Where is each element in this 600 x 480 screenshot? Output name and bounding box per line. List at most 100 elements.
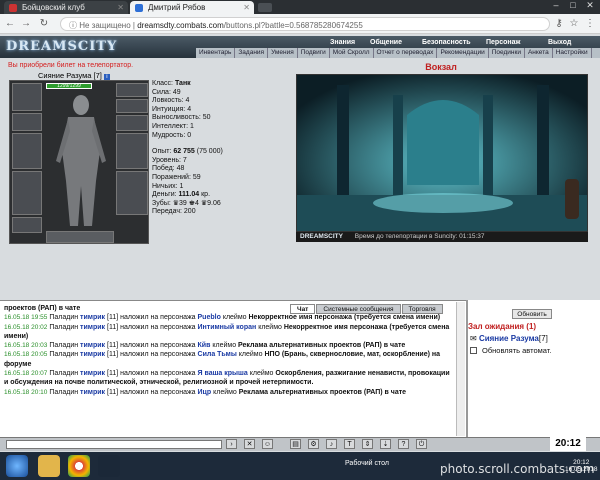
message-role: Паладин xyxy=(49,323,79,331)
gloves-slot[interactable] xyxy=(116,115,148,131)
tab-chat[interactable]: Чат xyxy=(290,304,316,314)
subnav-inventory[interactable]: Инвентарь xyxy=(196,48,236,58)
close-tab-icon[interactable]: ✕ xyxy=(117,3,124,12)
refresh-button[interactable]: Обновить xyxy=(512,309,552,319)
nav-exit[interactable]: Выход xyxy=(548,39,571,46)
money-label: Деньги: xyxy=(152,191,177,199)
tab-system-messages[interactable]: Системные сообщения xyxy=(316,304,401,314)
message-mark: клеймо xyxy=(212,342,237,350)
nav-character[interactable]: Персонаж xyxy=(486,39,520,46)
pocket-slots[interactable] xyxy=(46,231,114,243)
ring-slot[interactable] xyxy=(116,99,148,113)
star-icon[interactable]: ☆ xyxy=(568,18,580,30)
message-level: [11] xyxy=(107,370,119,378)
chat-scrollbar[interactable] xyxy=(456,302,465,436)
key-icon[interactable]: ⚷ xyxy=(553,18,565,30)
armor-slot[interactable] xyxy=(12,171,42,215)
helmet-slot[interactable] xyxy=(12,83,42,111)
message-nick[interactable]: тимрик xyxy=(80,351,105,358)
settings-icon[interactable]: ⚙ xyxy=(308,439,319,449)
menu-icon[interactable]: ⋮ xyxy=(584,18,596,30)
subnav-battles[interactable]: Поединки xyxy=(489,48,525,58)
scroll-icon[interactable]: ⇣ xyxy=(380,439,391,449)
chat-input[interactable] xyxy=(6,440,222,449)
new-tab-button[interactable] xyxy=(258,3,272,12)
auto-refresh-checkbox[interactable] xyxy=(470,347,477,354)
smiles-icon[interactable]: ☺ xyxy=(262,439,273,449)
browser-tab-profile[interactable]: Дмитрий Рябов ✕ xyxy=(130,1,254,14)
boots-slot[interactable] xyxy=(116,171,148,215)
game-logo[interactable]: DREAMSCITY xyxy=(6,39,117,54)
member-level: [7] xyxy=(538,334,548,343)
chat-size-icon[interactable]: ⇕ xyxy=(362,439,373,449)
back-icon[interactable]: ← xyxy=(4,18,16,30)
info-icon[interactable]: ⓘ xyxy=(69,21,77,30)
send-button[interactable]: › xyxy=(226,439,237,449)
close-window-icon[interactable]: ✕ xyxy=(582,0,598,12)
message-nick[interactable]: тимрик xyxy=(80,324,105,331)
subnav-profile[interactable]: Анкета xyxy=(525,48,553,58)
member-name[interactable]: Сияние Разума xyxy=(479,334,539,343)
room-member: ✉ Сияние Разума[7] xyxy=(470,334,548,343)
clear-button[interactable]: ✕ xyxy=(244,439,255,449)
stat-strength: Сила: 49 xyxy=(152,88,181,96)
chrome-icon[interactable] xyxy=(68,455,90,477)
message-nick[interactable]: тимрик xyxy=(80,370,105,377)
game-main-area: Вы приобрели билет на телепортатор. Сиян… xyxy=(0,58,600,290)
message-nick[interactable]: тимрик xyxy=(80,342,105,349)
ring-slot[interactable] xyxy=(116,83,148,97)
minimize-icon[interactable]: – xyxy=(548,0,564,12)
message-nick[interactable]: тимрик xyxy=(80,389,105,396)
belt-slot[interactable] xyxy=(12,217,42,233)
translit-icon[interactable]: T xyxy=(344,439,355,449)
filter-icon[interactable]: ▤ xyxy=(290,439,301,449)
exit-chat-icon[interactable]: ⏻ xyxy=(416,439,427,449)
weapon-slot[interactable] xyxy=(12,133,42,169)
pm-icon[interactable]: ✉ xyxy=(470,334,477,343)
maximize-icon[interactable]: □ xyxy=(565,0,581,12)
tab-trade[interactable]: Торговля xyxy=(401,304,443,314)
message-target[interactable]: Pueblo xyxy=(198,314,221,321)
message-role: Паладин xyxy=(49,370,79,378)
forward-icon[interactable]: → xyxy=(20,18,32,30)
taskbar-clock: 20:12 16.05.2018 xyxy=(565,459,598,473)
subnav-achievements[interactable]: Подвиги xyxy=(298,48,330,58)
class-value: Танк xyxy=(174,80,191,87)
message-target[interactable]: Я ваша крыша xyxy=(198,370,248,377)
amulet-slot[interactable] xyxy=(12,113,42,131)
character-doll: 1299/1299 xyxy=(9,80,149,244)
message-reason: Реклама альтернативных проектов (РАП) в … xyxy=(238,342,406,350)
subnav-settings[interactable]: Настройки xyxy=(553,48,592,58)
message-reason: Реклама альтернативных проектов (РАП) в … xyxy=(238,388,407,396)
stat-teeth: Зубы: ♛39 ♚4 ♛9.06 xyxy=(152,199,221,207)
message-target[interactable]: Ицр xyxy=(198,389,212,396)
subnav-my-scroll[interactable]: Мой Скролл xyxy=(330,48,374,58)
subnav-skills[interactable]: Умения xyxy=(268,48,298,58)
subnav-quests[interactable]: Задания xyxy=(235,48,269,58)
explorer-icon[interactable] xyxy=(38,455,60,477)
message-target[interactable]: Интимный коран xyxy=(198,324,257,331)
close-tab-icon[interactable]: ✕ xyxy=(243,3,250,12)
stat-endurance: Выносливость: 50 xyxy=(152,114,211,122)
url-field[interactable]: ⓘ Не защищено | dreamsdty.combats.com/bu… xyxy=(60,17,550,31)
start-icon[interactable] xyxy=(6,455,28,477)
help-icon[interactable]: ? xyxy=(398,439,409,449)
message-target[interactable]: Сила Тьмы xyxy=(198,351,237,358)
subnav-recommendations[interactable]: Рекомендации xyxy=(437,48,489,58)
nav-security[interactable]: Безопасность xyxy=(422,39,471,46)
desktop-label[interactable]: Рабочий стол xyxy=(345,460,389,467)
subnav-transfers[interactable]: Отчет о переводах xyxy=(374,48,438,58)
reload-icon[interactable]: ↻ xyxy=(38,18,50,30)
sound-icon[interactable]: ♪ xyxy=(326,439,337,449)
money-value: 111.04 xyxy=(178,191,200,199)
nav-communication[interactable]: Общение xyxy=(370,39,402,46)
message-target[interactable]: Кйв xyxy=(198,342,211,349)
message-nick[interactable]: тимрик xyxy=(80,314,105,321)
shield-slot[interactable] xyxy=(116,133,148,169)
message-time: 16.05.18 20:07 xyxy=(4,370,48,378)
chat-message: 16.05.18 20:10 Паладин тимрик [11] налож… xyxy=(4,388,454,397)
stat-draws: Ничьих: 1 xyxy=(152,182,184,190)
steam-icon[interactable] xyxy=(98,455,120,477)
browser-tab-fight-club[interactable]: Бойцовский клуб ✕ xyxy=(4,1,128,14)
nav-knowledge[interactable]: Знания xyxy=(330,39,355,46)
